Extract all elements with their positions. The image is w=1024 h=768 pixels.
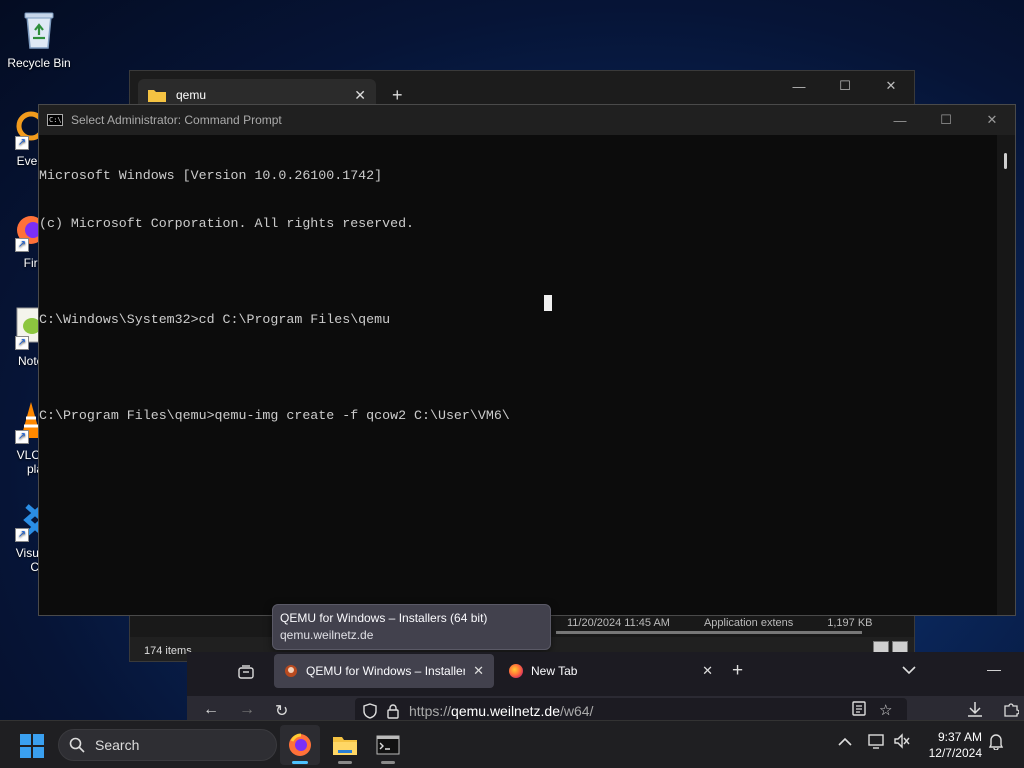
taskbar-firefox[interactable] bbox=[280, 725, 320, 765]
start-button[interactable] bbox=[20, 734, 44, 758]
tooltip-domain: qemu.weilnetz.de bbox=[280, 628, 374, 642]
qemu-favicon-icon bbox=[285, 665, 297, 677]
cmd-window-controls: — ☐ ✕ bbox=[877, 105, 1015, 135]
clock-date: 12/7/2024 bbox=[928, 746, 982, 760]
shortcut-arrow-icon: ↗ bbox=[15, 336, 29, 350]
close-tab-icon[interactable]: ✕ bbox=[473, 663, 484, 679]
firefox-window: QEMU for Windows – Installers ✕ New Tab … bbox=[187, 652, 1024, 724]
shortcut-arrow-icon: ↗ bbox=[15, 430, 29, 444]
taskbar: Search 9:37 AM 12/7/2024 bbox=[0, 720, 1024, 768]
maximize-icon[interactable]: ☐ bbox=[822, 71, 868, 101]
minimize-icon[interactable]: — bbox=[987, 661, 1001, 677]
close-tab-icon[interactable]: ✕ bbox=[702, 663, 713, 679]
explorer-window-controls: — ☐ ✕ bbox=[776, 71, 914, 101]
desktop-icon-recycle-bin[interactable]: Recycle Bin bbox=[0, 8, 78, 70]
tab-manager-icon[interactable] bbox=[231, 661, 261, 683]
downloads-icon[interactable] bbox=[967, 701, 983, 721]
tab-tooltip: QEMU for Windows – Installers (64 bit) q… bbox=[272, 604, 551, 650]
command-prompt-window: C:\ Select Administrator: Command Prompt… bbox=[38, 104, 1016, 616]
console-line: C:\Windows\System32>cd C:\Program Files\… bbox=[39, 312, 391, 327]
running-indicator bbox=[381, 761, 395, 764]
recycle-bin-icon bbox=[17, 8, 61, 52]
firefox-tab-strip: QEMU for Windows – Installers ✕ New Tab … bbox=[187, 652, 1024, 690]
taskbar-terminal[interactable] bbox=[368, 725, 408, 765]
firefox-icon bbox=[289, 733, 311, 756]
close-icon[interactable]: ✕ bbox=[969, 105, 1015, 135]
url-text: https://qemu.weilnetz.de/w64/ bbox=[409, 703, 594, 719]
network-icon[interactable] bbox=[867, 733, 885, 752]
cmd-icon: C:\ bbox=[47, 114, 63, 126]
console-output[interactable]: Microsoft Windows [Version 10.0.26100.17… bbox=[39, 135, 997, 615]
file-explorer-icon bbox=[333, 737, 357, 755]
folder-icon bbox=[148, 90, 166, 102]
tracking-protection-shield-icon[interactable] bbox=[363, 703, 377, 719]
reader-view-icon[interactable] bbox=[852, 701, 866, 720]
volume-muted-icon[interactable] bbox=[893, 733, 911, 752]
explorer-tab-title: qemu bbox=[176, 88, 207, 102]
minimize-icon[interactable]: — bbox=[877, 105, 923, 135]
tab-label: New Tab bbox=[531, 664, 578, 678]
search-label: Search bbox=[95, 737, 140, 753]
search-icon bbox=[69, 737, 85, 753]
notifications-bell-icon[interactable] bbox=[988, 733, 1004, 753]
new-tab-icon[interactable]: + bbox=[392, 85, 403, 106]
firefox-favicon-icon bbox=[509, 664, 523, 678]
active-indicator bbox=[292, 761, 308, 764]
console-line: C:\Program Files\qemu>qemu-img create -f… bbox=[39, 408, 510, 423]
taskbar-file-explorer[interactable] bbox=[325, 725, 365, 765]
url-path: /w64/ bbox=[559, 703, 594, 719]
reload-icon[interactable]: ↻ bbox=[275, 701, 288, 721]
show-hidden-icons-chevron-icon[interactable] bbox=[838, 733, 852, 749]
cmd-window-title: Select Administrator: Command Prompt bbox=[71, 113, 282, 127]
running-indicator bbox=[338, 761, 352, 764]
windows-logo-icon bbox=[20, 734, 31, 745]
console-line: Microsoft Windows [Version 10.0.26100.17… bbox=[39, 168, 383, 183]
clock-time: 9:37 AM bbox=[937, 730, 982, 744]
tooltip-title: QEMU for Windows – Installers (64 bit) bbox=[280, 611, 488, 625]
close-tab-icon[interactable]: ✕ bbox=[354, 87, 366, 104]
shortcut-arrow-icon: ↗ bbox=[15, 238, 29, 252]
new-tab-icon[interactable]: + bbox=[732, 660, 743, 682]
file-type: Application extens bbox=[703, 617, 794, 629]
text-cursor bbox=[544, 295, 552, 311]
explorer-status-text: 174 items bbox=[144, 645, 192, 657]
close-icon[interactable]: ✕ bbox=[868, 71, 914, 101]
file-row-peek: 11/20/2024 11:45 AM Application extens 1… bbox=[567, 617, 873, 629]
lock-icon[interactable] bbox=[387, 703, 399, 719]
forward-icon[interactable]: → bbox=[239, 701, 255, 719]
horizontal-scrollbar[interactable] bbox=[556, 631, 862, 634]
bookmark-star-icon[interactable]: ☆ bbox=[879, 701, 892, 719]
file-size: 1,197 KB bbox=[827, 617, 873, 629]
scrollbar-thumb[interactable] bbox=[1004, 153, 1007, 169]
cmd-title-bar[interactable]: C:\ Select Administrator: Command Prompt… bbox=[39, 105, 1015, 135]
cmd-vertical-scrollbar[interactable] bbox=[997, 135, 1015, 615]
taskbar-search[interactable]: Search bbox=[58, 729, 277, 761]
maximize-icon[interactable]: ☐ bbox=[923, 105, 969, 135]
minimize-icon[interactable]: — bbox=[776, 71, 822, 101]
file-date: 11/20/2024 11:45 AM bbox=[567, 617, 670, 629]
firefox-tab-new[interactable]: New Tab ✕ bbox=[499, 654, 723, 688]
firefox-tab-qemu[interactable]: QEMU for Windows – Installers ✕ bbox=[274, 654, 494, 688]
extensions-icon[interactable] bbox=[1003, 701, 1020, 721]
taskbar-clock[interactable]: 9:37 AM 12/7/2024 bbox=[918, 729, 982, 761]
desktop-icon-label: Recycle Bin bbox=[7, 56, 71, 70]
shortcut-arrow-icon: ↗ bbox=[15, 136, 29, 150]
list-all-tabs-chevron-icon[interactable] bbox=[902, 662, 916, 678]
url-domain: qemu.weilnetz.de bbox=[451, 703, 560, 719]
back-icon[interactable]: ← bbox=[203, 701, 219, 719]
terminal-icon bbox=[376, 735, 400, 755]
tab-label: QEMU for Windows – Installers bbox=[306, 664, 466, 678]
shortcut-arrow-icon: ↗ bbox=[15, 528, 29, 542]
console-line: (c) Microsoft Corporation. All rights re… bbox=[39, 216, 415, 231]
